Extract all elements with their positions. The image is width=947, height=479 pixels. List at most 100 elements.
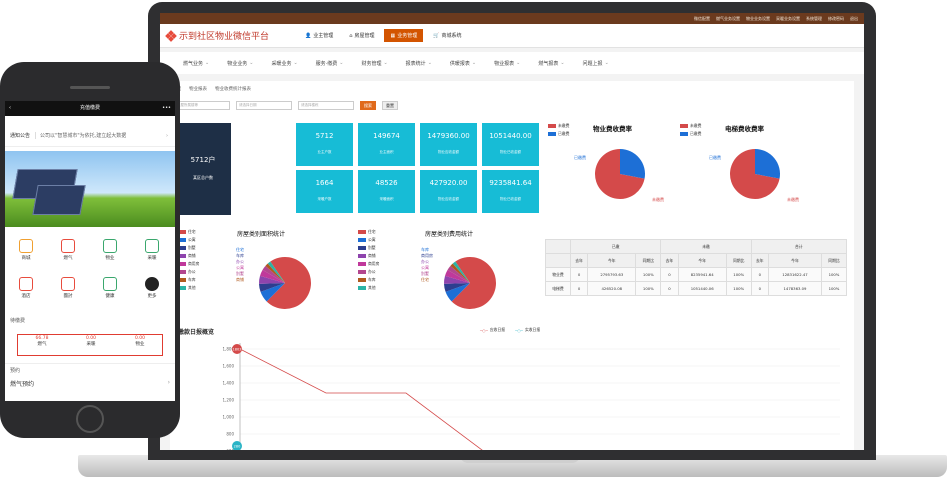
stat-value: 1479360.00: [427, 132, 470, 140]
breadcrumb: 管理 物业报表 物业收费统计报表: [172, 86, 251, 92]
grid-item[interactable]: 采暖: [137, 239, 167, 261]
grid-item[interactable]: 商城: [11, 239, 41, 261]
grid-item-label: 燃气: [63, 256, 73, 261]
legend-label: 其他: [188, 285, 196, 290]
fee-item[interactable]: 0.00 采暖: [67, 336, 115, 347]
pie-slice-paid: [620, 149, 645, 179]
legend-item: 其他: [178, 285, 199, 291]
nav-tab-houses[interactable]: ⌂ 房屋管理: [343, 29, 380, 42]
menu-item[interactable]: 报表统计: [397, 60, 441, 67]
legend-label: 公寓: [188, 237, 196, 242]
top-link[interactable]: 物业业务设置: [746, 16, 770, 22]
top-bar: 微信配置 燃气业务设置 物业业务设置 采暖业务设置 系统管理 修改密码 退出: [160, 13, 864, 24]
fee-pie-chart: 车库商用房办公公寓别墅住宅: [421, 246, 496, 309]
nav-tab-label: 业主管理: [313, 33, 334, 39]
grid-item[interactable]: 酒店: [11, 277, 41, 299]
table-cell: 0: [660, 281, 679, 296]
grid-item[interactable]: 團討: [53, 277, 83, 299]
legend-label: 商用房: [368, 261, 380, 266]
menu-item[interactable]: 供暖报表: [441, 60, 485, 67]
stat-value: 9235841.64: [489, 179, 532, 187]
grid-item-label: 酒店: [21, 294, 31, 299]
table-cell: 100%: [725, 267, 752, 282]
grid-item[interactable]: 物业: [95, 239, 125, 261]
menu-item[interactable]: 燃气业务: [174, 60, 218, 67]
fee-legend: 住宅 公寓 别墅 商铺 商用房 办公 车库 其他: [358, 229, 379, 293]
top-link[interactable]: 修改密码: [828, 16, 844, 22]
reset-button[interactable]: 重置: [382, 101, 398, 110]
stat-label: 业主面积: [379, 150, 394, 154]
slice-label: 商铺: [236, 276, 244, 282]
area-pie-chart: 住宅车库办公公寓别墅商铺: [236, 246, 311, 309]
table-header-cell: 同期比: [635, 253, 662, 268]
menu-item[interactable]: 采暖业务: [262, 60, 306, 67]
breadcrumb-item[interactable]: 物业报表: [189, 86, 207, 92]
top-link[interactable]: 微信配置: [694, 16, 710, 22]
grid-item-label: 團討: [63, 294, 73, 299]
search-button[interactable]: 搜索: [360, 101, 376, 110]
table-header-cell: 未缴: [660, 239, 752, 254]
y-tick-label: 1,200: [223, 398, 235, 403]
solar-panel: [32, 185, 86, 215]
line-chart: 1,8001,6001,4001,2001,0008006001803280: [223, 343, 840, 450]
menu-item[interactable]: 物业业务: [218, 60, 262, 67]
grid-item[interactable]: 健康: [95, 277, 125, 299]
y-tick-label: 1,400: [223, 381, 235, 386]
total-households-label: 某区总户数: [193, 175, 213, 180]
top-link[interactable]: 退出: [850, 16, 858, 22]
marker-bottom-label: 280: [234, 445, 241, 449]
filter-select[interactable]: 房屋所属楼等: [174, 101, 230, 110]
pie2-legend: 未缴费 已缴费: [680, 123, 701, 139]
table-cell: 0: [569, 267, 589, 282]
pending-fees-box[interactable]: 66.78 燃气 0.00 采暖 0.00 物业: [17, 334, 163, 356]
menu-item[interactable]: 财务管理: [352, 60, 396, 67]
table-cell: 8235941.64: [677, 267, 727, 282]
booking-item[interactable]: 燃气预约 ›: [10, 379, 170, 388]
nav-tab-business[interactable]: ▦ 业务管理: [384, 29, 424, 42]
grid-item-icon: [145, 239, 159, 253]
nav-tab-label: 业务管理: [397, 33, 418, 39]
banner-image[interactable]: [5, 151, 175, 227]
nav-tab-mall[interactable]: 🛒 商城系统: [427, 29, 467, 42]
grid-item-label: 物业: [105, 256, 115, 261]
menu-item[interactable]: 物业报表: [485, 60, 529, 67]
y-tick-label: 1,600: [223, 364, 235, 369]
legend-swatch: [358, 270, 366, 274]
menu-item[interactable]: 服务·缴费: [307, 60, 353, 67]
more-icon[interactable]: •••: [162, 101, 171, 116]
fee-item[interactable]: 0.00 物业: [116, 336, 164, 347]
stat-card: 1051440.00 物业已收金额: [482, 123, 539, 166]
legend-label: 其他: [368, 285, 376, 290]
table-cell: 0: [750, 267, 769, 282]
legend-swatch: [358, 238, 366, 242]
grid-item[interactable]: 燃气: [53, 239, 83, 261]
y-tick-label: 1,000: [223, 415, 235, 420]
grid-item[interactable]: 更多: [137, 277, 167, 299]
menu-item[interactable]: 问题上报: [574, 60, 618, 67]
legend-item: 车库: [178, 277, 199, 283]
legend-item: 别墅: [178, 245, 199, 251]
top-link[interactable]: 燃气业务设置: [716, 16, 740, 22]
fee-item[interactable]: 66.78 燃气: [18, 336, 66, 347]
slice-label: 车库: [236, 252, 244, 258]
home-button[interactable]: [76, 405, 104, 433]
menu-item[interactable]: 燃气报表: [529, 60, 573, 67]
stat-card: 1664 采暖户数: [296, 170, 353, 213]
legend-swatch: [358, 278, 366, 282]
stat-label: 物业应收金额: [438, 197, 459, 201]
back-icon[interactable]: ‹: [9, 101, 11, 116]
user-icon: 👤: [305, 32, 312, 39]
top-link[interactable]: 采暖业务设置: [776, 16, 800, 22]
table-header-cell: [545, 253, 571, 268]
grid-item-icon: [61, 277, 75, 291]
area-chart-title: 房屋类别面积统计: [237, 231, 286, 238]
fee-section-title: 待缴费: [10, 318, 26, 324]
nav-tab-owners[interactable]: 👤 业主管理: [299, 29, 339, 42]
building-select[interactable]: 请选择楼栋: [298, 101, 354, 110]
top-link[interactable]: 系统管理: [806, 16, 822, 22]
notice-bar[interactable]: 通知公告 公司以"智慧城市"为依托,建立起大数据 ›: [5, 125, 175, 147]
date-select[interactable]: 请选择日期: [236, 101, 292, 110]
table-header-cell: 同期比: [725, 253, 752, 268]
legend-item: 住宅: [178, 229, 199, 235]
legend-swatch: [358, 230, 366, 234]
